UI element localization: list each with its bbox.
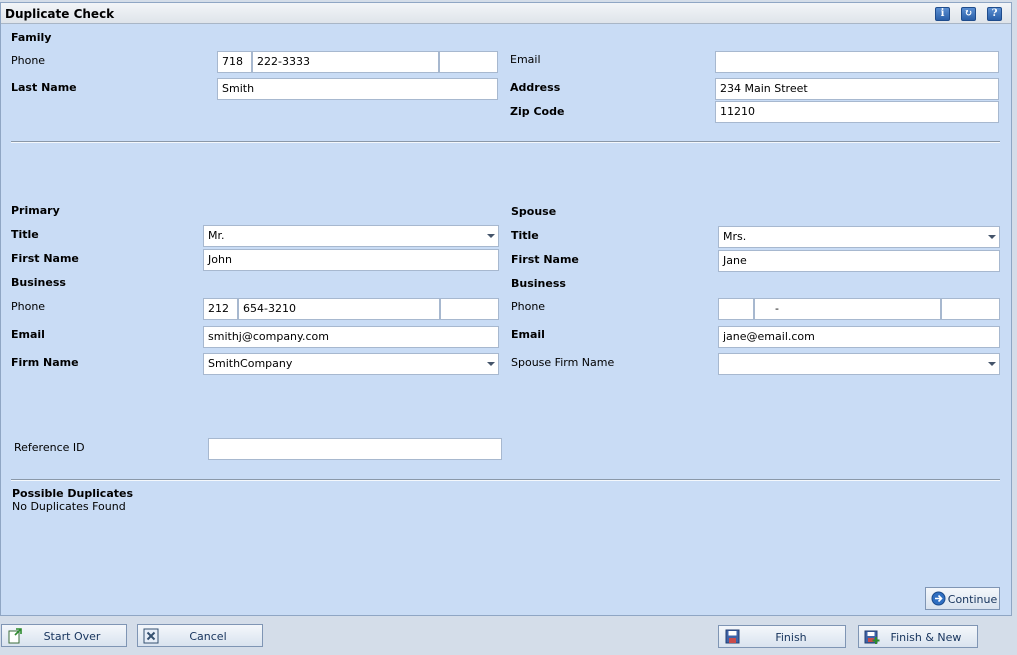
- primary-section-label: Primary: [11, 204, 60, 217]
- family-phone-label: Phone: [11, 54, 46, 67]
- reference-id-label: Reference ID: [14, 441, 85, 454]
- chevron-down-icon[interactable]: [487, 234, 495, 238]
- chevron-down-icon[interactable]: [988, 235, 996, 239]
- primary-title-label: Title: [11, 228, 39, 241]
- finish-button[interactable]: Finish: [718, 625, 846, 648]
- primary-phone-label: Phone: [11, 300, 46, 313]
- chevron-down-icon[interactable]: [487, 362, 495, 366]
- start-over-button[interactable]: Start Over: [1, 624, 127, 647]
- family-phone-area-input[interactable]: 718: [217, 51, 252, 73]
- duplicate-check-window: Duplicate Check i ↻ ? Family Phone 718 2…: [0, 2, 1012, 616]
- primary-email-input[interactable]: smithj@company.com: [203, 326, 499, 348]
- chevron-down-icon[interactable]: [988, 362, 996, 366]
- primary-firm-select[interactable]: SmithCompany: [203, 353, 499, 375]
- spouse-phone-area-input[interactable]: [718, 298, 754, 320]
- continue-button-label: Continue: [947, 593, 998, 606]
- family-phone-ext-input[interactable]: [439, 51, 498, 73]
- spouse-title-value: Mrs.: [723, 230, 747, 243]
- spouse-title-select[interactable]: Mrs.: [718, 226, 1000, 248]
- finish-label: Finish: [775, 631, 807, 644]
- spouse-firm-label: Spouse Firm Name: [511, 356, 615, 369]
- duplicates-divider: [11, 479, 1000, 481]
- cancel-button[interactable]: Cancel: [137, 624, 263, 647]
- family-phone-number-input[interactable]: 222-3333: [252, 51, 439, 73]
- spouse-email-input[interactable]: jane@email.com: [718, 326, 1000, 348]
- duplicates-status: No Duplicates Found: [12, 500, 126, 513]
- window-title: Duplicate Check: [5, 7, 115, 21]
- finish-and-new-label: Finish & New: [890, 631, 962, 644]
- spouse-first-name-label: First Name: [511, 253, 579, 266]
- primary-first-name-label: First Name: [11, 252, 79, 265]
- possible-duplicates-heading: Possible Duplicates: [12, 487, 134, 500]
- reference-id-input[interactable]: [208, 438, 502, 460]
- primary-firm-value: SmithCompany: [208, 357, 293, 370]
- title-bar: Duplicate Check i ↻ ?: [1, 3, 1011, 24]
- address-label: Address: [510, 81, 561, 94]
- family-email-label: Email: [510, 53, 541, 66]
- spouse-email-label: Email: [511, 328, 545, 341]
- spouse-phone-ext-input[interactable]: [941, 298, 1000, 320]
- family-section-label: Family: [11, 31, 52, 44]
- primary-business-label: Business: [11, 276, 66, 289]
- help-icon[interactable]: ?: [987, 7, 1002, 21]
- spouse-title-label: Title: [511, 229, 539, 242]
- spouse-phone-label: Phone: [511, 300, 546, 313]
- zip-code-input[interactable]: 11210: [715, 101, 999, 123]
- family-email-input[interactable]: [715, 51, 999, 73]
- spouse-first-name-input[interactable]: Jane: [718, 250, 1000, 272]
- spouse-section-label: Spouse: [511, 205, 557, 218]
- primary-phone-area-input[interactable]: 212: [203, 298, 238, 320]
- finish-and-new-button[interactable]: Finish & New: [858, 625, 978, 648]
- info-icon[interactable]: i: [935, 7, 950, 21]
- primary-phone-ext-input[interactable]: [440, 298, 499, 320]
- continue-button[interactable]: Continue: [925, 587, 1000, 610]
- primary-firm-label: Firm Name: [11, 356, 79, 369]
- last-name-input[interactable]: Smith: [217, 78, 498, 100]
- primary-title-value: Mr.: [208, 229, 225, 242]
- start-over-label: Start Over: [43, 630, 101, 643]
- spouse-phone-number-input[interactable]: -: [754, 298, 941, 320]
- cancel-label: Cancel: [189, 630, 227, 643]
- zip-code-label: Zip Code: [510, 105, 565, 118]
- spouse-business-label: Business: [511, 277, 566, 290]
- last-name-label: Last Name: [11, 81, 77, 94]
- section-divider: [11, 141, 1000, 143]
- primary-phone-number-input[interactable]: 654-3210: [238, 298, 440, 320]
- primary-email-label: Email: [11, 328, 45, 341]
- refresh-icon[interactable]: ↻: [961, 7, 976, 21]
- primary-title-select[interactable]: Mr.: [203, 225, 499, 247]
- primary-first-name-input[interactable]: John: [203, 249, 499, 271]
- address-input[interactable]: 234 Main Street: [715, 78, 999, 100]
- spouse-firm-select[interactable]: [718, 353, 1000, 375]
- arrow-right-circle-icon: [931, 591, 946, 606]
